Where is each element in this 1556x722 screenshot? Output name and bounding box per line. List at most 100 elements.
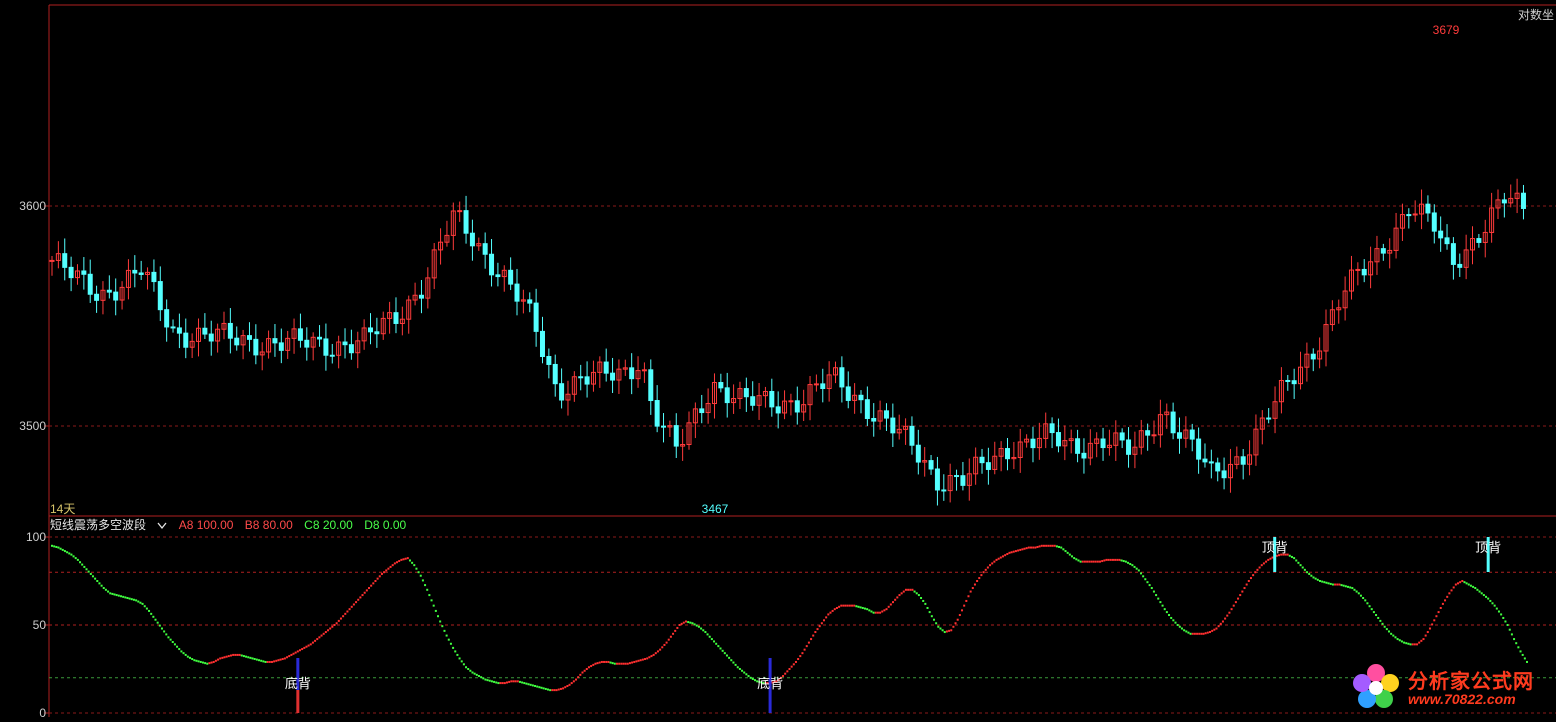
candle[interactable] (922, 447, 928, 477)
candle[interactable] (361, 319, 367, 350)
candle[interactable] (903, 418, 909, 445)
candle[interactable] (1470, 226, 1476, 265)
candle[interactable] (1043, 412, 1049, 449)
candle[interactable] (1425, 195, 1431, 222)
candle[interactable] (374, 317, 380, 348)
candle[interactable] (68, 256, 74, 292)
candle[interactable] (1183, 416, 1189, 448)
candle[interactable] (368, 313, 373, 345)
candle[interactable] (317, 325, 323, 347)
candle[interactable] (412, 282, 418, 306)
candle[interactable] (444, 220, 450, 247)
candle[interactable] (329, 343, 335, 364)
candle[interactable] (1501, 192, 1507, 218)
candle[interactable] (1240, 449, 1246, 480)
candle[interactable] (1291, 368, 1297, 399)
candle[interactable] (145, 267, 151, 290)
candle[interactable] (603, 348, 609, 382)
candle[interactable] (1100, 427, 1106, 461)
candle[interactable] (686, 411, 692, 450)
indicator-selector[interactable]: 短线震荡多空波段 (50, 518, 171, 532)
candle[interactable] (100, 281, 106, 315)
candle[interactable] (151, 259, 157, 292)
candle[interactable] (820, 368, 826, 403)
candle[interactable] (431, 243, 437, 290)
candle[interactable] (782, 390, 788, 420)
candle[interactable] (1457, 253, 1463, 277)
chart-window[interactable]: 3600 3500 3679 3467 100 50 0 底背 底背 顶背 顶背 对数坐 14天 短… (0, 0, 1556, 720)
candle[interactable] (1489, 192, 1495, 243)
candle[interactable] (1189, 423, 1195, 452)
candle[interactable] (157, 266, 163, 322)
candle[interactable] (985, 447, 991, 485)
candle[interactable] (1514, 178, 1520, 214)
candle[interactable] (1011, 441, 1017, 470)
candle[interactable] (1266, 408, 1272, 424)
candle[interactable] (189, 333, 195, 358)
candle[interactable] (1368, 246, 1374, 289)
candle[interactable] (883, 403, 889, 431)
candle[interactable] (348, 329, 354, 360)
candle[interactable] (81, 257, 87, 290)
candle[interactable] (909, 416, 915, 455)
candle[interactable] (1145, 423, 1151, 451)
top-divergence-signal[interactable]: 顶背 (1262, 537, 1288, 572)
candle[interactable] (1164, 403, 1170, 429)
candle[interactable] (234, 326, 240, 351)
candle[interactable] (1030, 426, 1036, 463)
candle[interactable] (1393, 212, 1399, 259)
candle[interactable] (699, 394, 705, 424)
candle[interactable] (947, 463, 953, 503)
candle[interactable] (565, 380, 571, 416)
candle[interactable] (482, 232, 488, 269)
candle[interactable] (1215, 457, 1221, 482)
candle[interactable] (680, 428, 686, 461)
candle[interactable] (622, 359, 628, 376)
candle[interactable] (801, 389, 807, 422)
candle[interactable] (1387, 238, 1393, 269)
candle[interactable] (438, 228, 444, 265)
candle[interactable] (934, 456, 940, 506)
candle[interactable] (1036, 422, 1042, 460)
candle[interactable] (775, 391, 781, 429)
candle[interactable] (1450, 237, 1456, 280)
candle[interactable] (813, 374, 819, 392)
candle[interactable] (183, 318, 189, 359)
candle[interactable] (584, 361, 590, 398)
candle[interactable] (896, 414, 902, 440)
candle[interactable] (711, 373, 717, 419)
candle[interactable] (1476, 233, 1482, 248)
candle[interactable] (246, 322, 252, 352)
candle[interactable] (113, 278, 119, 316)
candle[interactable] (1444, 224, 1450, 250)
oscillator-series[interactable] (51, 544, 1528, 692)
candle[interactable] (1361, 259, 1367, 283)
candle[interactable] (998, 441, 1004, 472)
candle[interactable] (1247, 440, 1253, 476)
candle[interactable] (833, 361, 839, 384)
candle[interactable] (1285, 375, 1291, 391)
candle[interactable] (1157, 399, 1163, 448)
candle[interactable] (176, 313, 182, 349)
bottom-divergence-signal[interactable]: 底背 (285, 658, 311, 713)
candle[interactable] (769, 378, 775, 417)
candle[interactable] (807, 376, 813, 421)
candle[interactable] (132, 255, 138, 288)
candle[interactable] (1081, 438, 1087, 474)
candle[interactable] (1106, 429, 1112, 456)
candle[interactable] (871, 403, 877, 437)
candle[interactable] (1049, 417, 1055, 449)
candle[interactable] (578, 364, 584, 391)
candle[interactable] (1380, 243, 1386, 261)
candle[interactable] (756, 383, 762, 420)
candle[interactable] (1132, 431, 1138, 469)
candle[interactable] (208, 320, 214, 356)
candle[interactable] (387, 301, 393, 334)
candle[interactable] (119, 281, 125, 310)
candle[interactable] (323, 323, 329, 371)
candle[interactable] (539, 316, 545, 364)
candle[interactable] (571, 371, 577, 402)
candle[interactable] (202, 313, 208, 340)
candle[interactable] (852, 383, 858, 414)
candle[interactable] (1317, 337, 1323, 369)
